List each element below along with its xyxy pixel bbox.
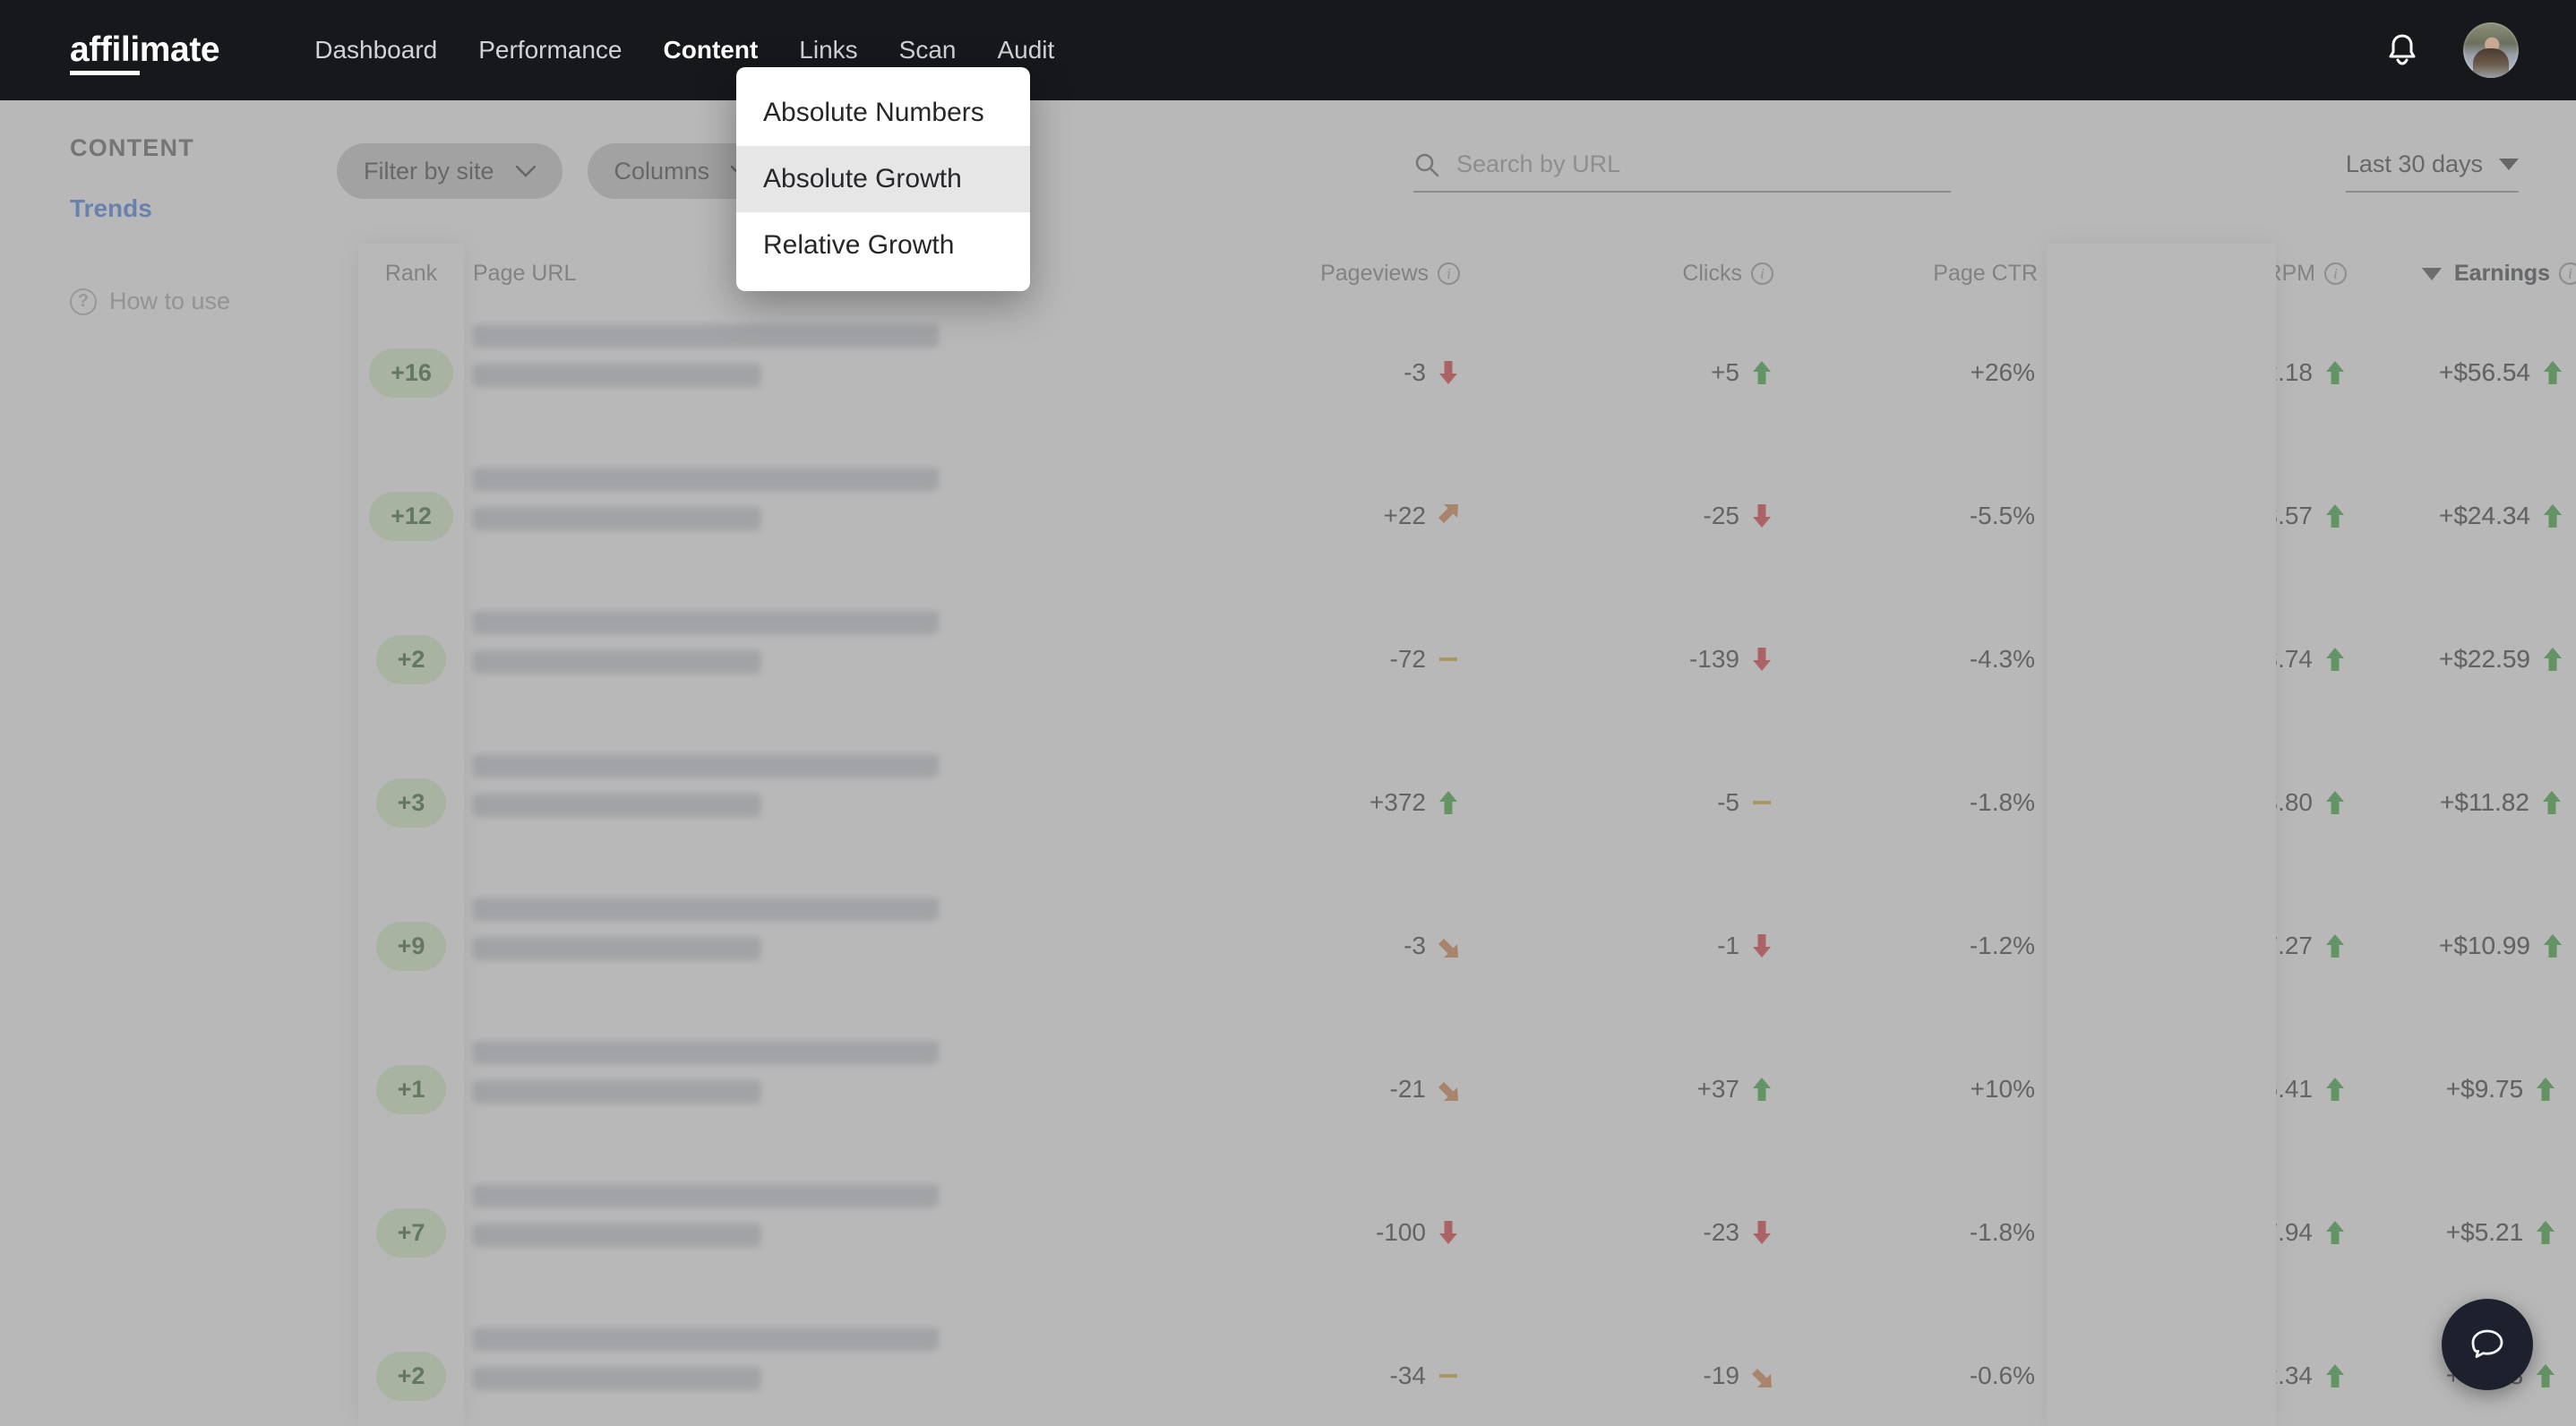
rank-badge: +9 [375, 921, 447, 971]
earnings-cell-value: +$56.54 [2439, 358, 2530, 386]
filter-by-site-button[interactable]: Filter by site [337, 143, 562, 199]
earnings-cell-value: +$5.21 [2445, 1218, 2524, 1246]
rank-badge: +2 [375, 1351, 447, 1401]
rank-cell: +16 [358, 301, 464, 444]
user-avatar[interactable] [2463, 22, 2519, 78]
table-row[interactable]: +9 +$10.99 [358, 874, 2576, 1018]
sidebar: CONTENT Trends ? How to use [70, 134, 339, 315]
info-icon[interactable]: i [2558, 262, 2576, 285]
rank-cell: +9 [358, 874, 464, 1018]
page-title: CONTENT [70, 134, 194, 161]
columns-label: Columns [614, 157, 710, 185]
support-chat-button[interactable] [2442, 1299, 2533, 1390]
question-circle-icon: ? [70, 288, 97, 315]
rank-cell: +12 [358, 444, 464, 588]
sort-descending-icon [2422, 267, 2442, 280]
rank-badge: +3 [375, 777, 447, 828]
search-input[interactable]: Search by URL [1413, 150, 1951, 193]
nav-link-audit[interactable]: Audit [997, 36, 1054, 64]
rank-cell: +2 [358, 1304, 464, 1426]
table-row[interactable]: +1 +$9.75 [358, 1018, 2576, 1161]
trend-up-icon [2544, 934, 2562, 958]
nav-link-dashboard[interactable]: Dashboard [314, 36, 437, 64]
nav-link-links[interactable]: Links [799, 36, 857, 64]
sidebar-item-trends[interactable]: Trends [70, 194, 339, 223]
table-row[interactable]: +7 +$5.21 [358, 1161, 2576, 1304]
how-to-use-label: How to use [109, 288, 231, 314]
table-row[interactable]: +12 +$24.34 [358, 444, 2576, 588]
rank-badge: +16 [369, 348, 453, 398]
trend-up-icon [2537, 1364, 2555, 1387]
rank-badge: +12 [369, 491, 453, 541]
table-row[interactable]: +2 +$22.59 [358, 588, 2576, 731]
date-range-label: Last 30 days [2345, 150, 2483, 177]
earnings-cell: +$24.34 [2405, 444, 2576, 588]
rank-badge: +1 [375, 1064, 447, 1114]
nav-right-actions [2383, 22, 2519, 78]
earnings-cell: +$22.59 [2405, 588, 2576, 731]
table-row[interactable]: +3 +$11.82 [358, 731, 2576, 874]
nav-link-performance[interactable]: Performance [478, 36, 622, 64]
filter-by-site-label: Filter by site [364, 157, 494, 185]
chevron-down-icon [515, 165, 536, 177]
caret-down-icon [2499, 159, 2519, 170]
table-row[interactable]: +16 +$56.54 [358, 301, 2576, 444]
earnings-cell-value: +$22.59 [2439, 645, 2530, 673]
main-nav-links: Dashboard Performance Content Links Scan Audi… [314, 36, 1054, 64]
earnings-cell-value: +$11.82 [2440, 788, 2529, 816]
trend-up-icon [2542, 791, 2561, 814]
rank-cell: +3 [358, 731, 464, 874]
earnings-cell: +$5.21 [2405, 1161, 2576, 1304]
rank-badge: +7 [375, 1207, 447, 1258]
rank-badge: +2 [375, 634, 447, 684]
nav-link-content[interactable]: Content [664, 36, 759, 64]
earnings-cell-value: +$9.75 [2445, 1075, 2524, 1103]
date-range-selector[interactable]: Last 30 days [2345, 150, 2519, 193]
table-row[interactable]: +2+$4.58 [358, 1304, 2576, 1426]
trend-up-icon [2544, 361, 2562, 384]
column-header-label: Earnings [2454, 261, 2550, 286]
bell-icon[interactable] [2383, 30, 2422, 70]
earnings-cell: +$11.82 [2405, 731, 2576, 874]
trend-up-icon [2537, 1078, 2555, 1101]
trend-up-icon [2537, 1221, 2555, 1244]
app-logo[interactable]: affilimate [70, 30, 220, 75]
earnings-cell: +$56.54 [2405, 301, 2576, 444]
how-to-use-link[interactable]: ? How to use [70, 288, 339, 315]
display-mode-dropdown-menu: Absolute Numbers Absolute Growth Relative … [736, 67, 1030, 291]
menu-item-absolute-growth[interactable]: Absolute Growth [736, 146, 1030, 212]
rank-cell: +7 [358, 1161, 464, 1304]
earnings-cell: +$10.99 [2405, 874, 2576, 1018]
top-navigation-bar: affilimate Dashboard Performance Content Li… [0, 0, 2576, 100]
search-icon [1415, 153, 1439, 176]
column-header-rank[interactable]: Rank [358, 261, 464, 294]
search-placeholder: Search by URL [1456, 150, 1621, 177]
chat-bubble-icon [2471, 1329, 2503, 1359]
trend-up-icon [2544, 504, 2562, 528]
trend-up-icon [2544, 648, 2562, 671]
nav-link-scan[interactable]: Scan [899, 36, 957, 64]
rank-cell: +2 [358, 588, 464, 731]
column-header-earnings[interactable]: Earnings i [2405, 261, 2576, 294]
menu-item-relative-growth[interactable]: Relative Growth [736, 212, 1030, 279]
rank-cell: +1 [358, 1018, 464, 1161]
column-header-label: Rank [384, 261, 438, 286]
menu-item-absolute-numbers[interactable]: Absolute Numbers [736, 80, 1030, 146]
earnings-cell: +$9.75 [2405, 1018, 2576, 1161]
table-header-row-highlight: Rank Earnings i [358, 244, 2576, 301]
table-body-highlight: +16 +$56.54 +12 +$24.34 +2 +$22.59 +3 +$11.82 +9… [358, 301, 2576, 1426]
table-toolbar: Filter by site Columns [337, 143, 778, 199]
earnings-cell-value: +$24.34 [2439, 502, 2530, 529]
earnings-cell-value: +$10.99 [2439, 932, 2530, 959]
